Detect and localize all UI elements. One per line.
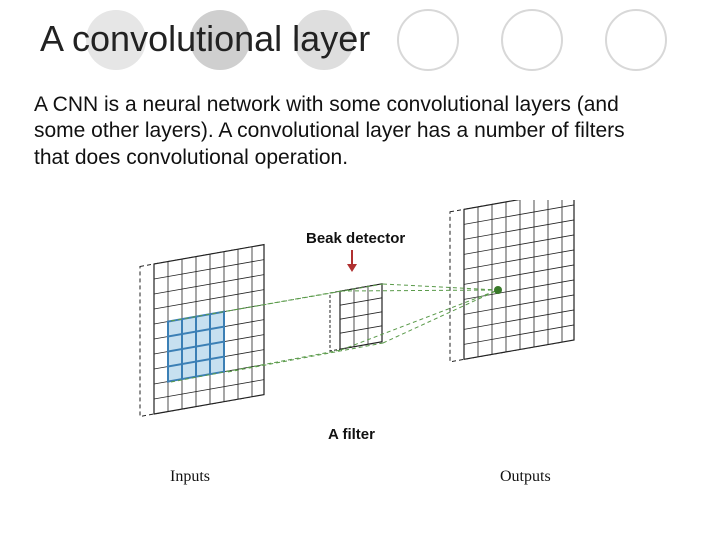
conv-diagram: Beak detector A filter xyxy=(120,200,600,500)
input-plane-front xyxy=(154,245,264,414)
annotation-a-filter: A filter xyxy=(328,426,375,443)
output-plane-front xyxy=(464,200,574,359)
slide-title: A convolutional layer xyxy=(40,18,370,60)
annotation-beak-detector: Beak detector xyxy=(306,230,405,247)
outputs-label: Outputs xyxy=(500,468,551,486)
arrow-down-icon xyxy=(345,250,357,270)
slide-description: A CNN is a neural network with some conv… xyxy=(34,92,660,171)
filter-planes xyxy=(330,284,382,351)
output-activation-dot xyxy=(494,286,502,294)
inputs-label: Inputs xyxy=(170,468,210,486)
